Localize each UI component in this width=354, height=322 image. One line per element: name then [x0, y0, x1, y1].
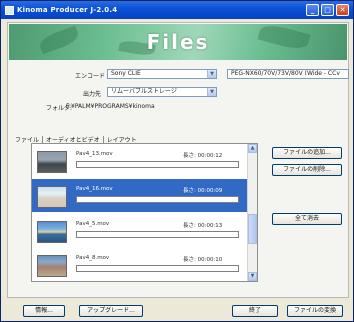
scroll-thumb[interactable]	[248, 214, 257, 244]
window-title: Kinoma Producer J-2.0.4	[17, 6, 118, 14]
file-duration: 長さ: 00:00:13	[183, 223, 223, 229]
file-duration: 長さ: 00:00:10	[183, 257, 223, 263]
chevron-down-icon: ▼	[207, 70, 216, 78]
exit-button[interactable]: 終了	[232, 305, 278, 317]
file-thumbnail	[37, 255, 67, 277]
upgrade-button[interactable]: アップグレード...	[79, 305, 143, 317]
title-bar[interactable]: Kinoma Producer J-2.0.4 _ □ ✕	[1, 1, 353, 19]
app-icon	[5, 5, 14, 15]
maximize-icon: □	[324, 6, 331, 14]
device-select[interactable]: PEG-NX60/70V/73V/80V (Wide - CCv	[227, 69, 349, 79]
file-thumbnail	[37, 151, 67, 173]
file-list-scrollbar[interactable]: ▲ ▼	[247, 144, 257, 281]
encode-select[interactable]: Sony CLIE ▼	[107, 69, 217, 79]
clear-all-button[interactable]: 全て消去	[272, 213, 342, 225]
file-item[interactable]: Pav4_5.mov 長さ: 00:00:13	[32, 214, 248, 247]
file-progress	[76, 265, 239, 272]
file-item-selected[interactable]: Pav4_16.mov 長さ: 00:00:09	[32, 179, 248, 212]
file-name: Pav4_16.mov	[76, 186, 113, 192]
file-item[interactable]: Pav4_13.mov 長さ: 00:00:12	[32, 144, 248, 177]
file-thumbnail	[37, 221, 67, 243]
encode-label: エンコード	[75, 73, 106, 80]
file-progress	[76, 196, 239, 203]
minimize-button[interactable]: _	[306, 4, 319, 16]
file-progress	[76, 231, 239, 238]
chevron-down-icon: ▼	[207, 88, 216, 96]
file-duration: 長さ: 00:00:12	[183, 153, 223, 159]
encode-select-value: Sony CLIE	[111, 70, 141, 77]
file-name: Pav4_8.mov	[76, 255, 110, 261]
chevron-up-icon: ▲	[250, 145, 255, 151]
convert-files-button[interactable]: ファイルの変換	[287, 305, 343, 317]
file-item[interactable]: Pav4_8.mov 長さ: 00:00:10	[32, 248, 248, 281]
maximize-button[interactable]: □	[321, 4, 334, 16]
output-label: 出力先	[83, 91, 102, 98]
close-icon: ✕	[339, 6, 346, 14]
file-name: Pav4_5.mov	[76, 221, 110, 227]
info-button[interactable]: 情報...	[23, 305, 65, 317]
file-progress	[76, 161, 239, 168]
output-select[interactable]: リムーバブルストレージ ▼	[107, 87, 217, 97]
file-thumbnail	[37, 186, 67, 208]
chevron-down-icon: ▼	[250, 273, 255, 279]
file-name: Pav4_13.mov	[76, 151, 113, 157]
add-file-button[interactable]: ファイルの追加...	[272, 147, 342, 159]
output-select-value: リムーバブルストレージ	[111, 88, 177, 95]
app-window: Kinoma Producer J-2.0.4 _ □ ✕ Files エンコー…	[0, 0, 354, 322]
file-duration: 長さ: 00:00:09	[183, 188, 223, 194]
folder-path: F:¥PALM¥PROGRAMS¥kinoma	[66, 103, 155, 110]
device-select-value: PEG-NX60/70V/73V/80V (Wide - CCv	[231, 70, 340, 77]
banner: Files	[9, 21, 347, 60]
file-list[interactable]: Pav4_13.mov 長さ: 00:00:12 Pav4_16.mov 長さ:…	[31, 143, 258, 282]
close-button[interactable]: ✕	[336, 4, 349, 16]
banner-title: Files	[146, 30, 210, 54]
remove-file-button[interactable]: ファイルの削除...	[272, 164, 342, 176]
scroll-up-button[interactable]: ▲	[248, 144, 257, 153]
minimize-icon: _	[310, 6, 315, 14]
scroll-down-button[interactable]: ▼	[248, 272, 257, 281]
